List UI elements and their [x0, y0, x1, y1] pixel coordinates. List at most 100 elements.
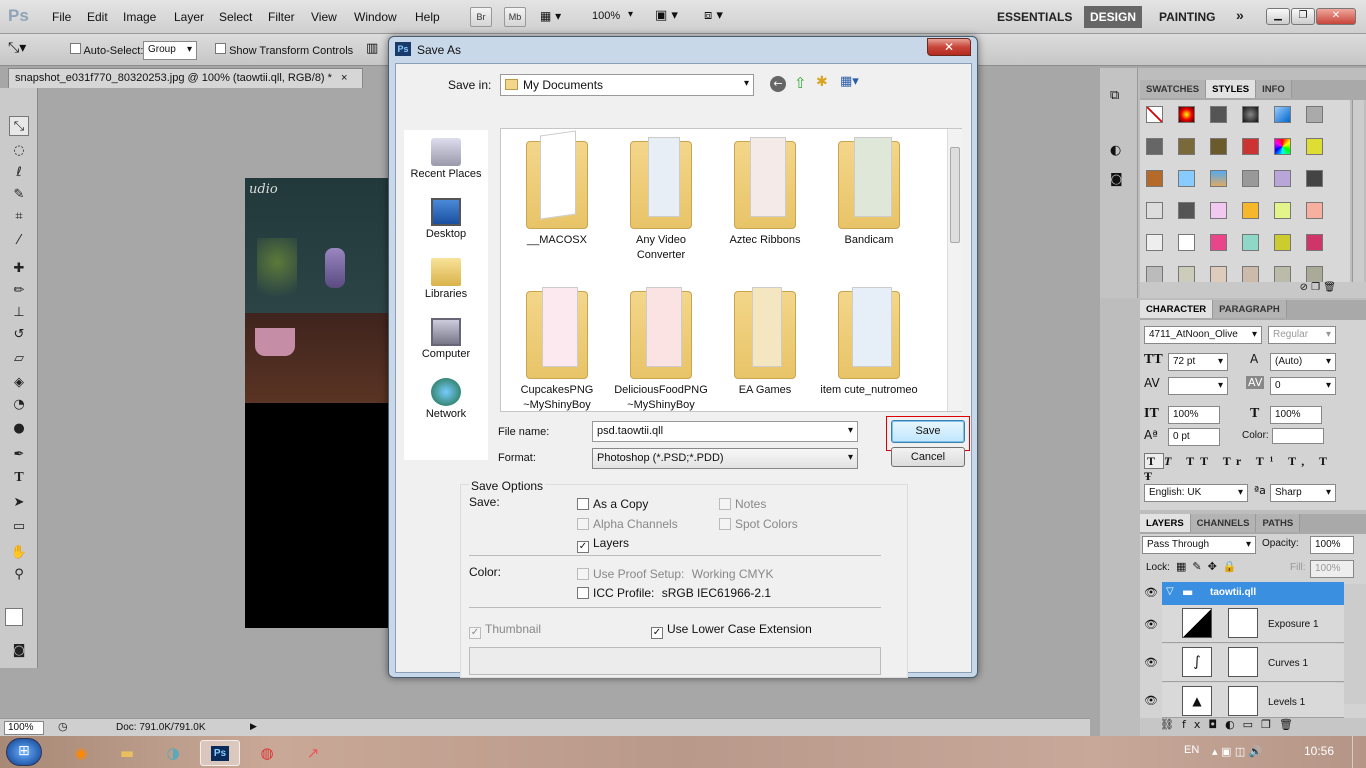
style-swatch[interactable] [1306, 266, 1323, 283]
place-libraries[interactable]: Libraries [404, 258, 488, 300]
layer-row[interactable]: Exposure 1 [1162, 605, 1344, 643]
document-tab[interactable]: snapshot_e031f770_80320253.jpg @ 100% (t… [8, 68, 363, 88]
lower-case-option[interactable]: ✓ Use Lower Case Extension [651, 622, 812, 639]
eye-icon[interactable]: 👁 [1144, 694, 1158, 707]
icc-profile-checkbox[interactable] [577, 587, 589, 599]
style-swatch[interactable] [1242, 138, 1259, 155]
workspace-essentials[interactable]: ESSENTIALS [997, 10, 1072, 24]
history-panel-icon[interactable]: ⧉ [1110, 88, 1119, 103]
style-swatch[interactable] [1210, 170, 1227, 187]
file-name-input[interactable]: psd.taowtii.qll ▾ [592, 421, 858, 442]
quick-mask-icon[interactable]: ◙ [9, 640, 29, 660]
style-none[interactable] [1146, 106, 1163, 123]
scrollbar-thumb[interactable] [950, 147, 960, 243]
clock[interactable]: 10:56 [1304, 744, 1334, 758]
folder-item[interactable]: __MACOSX [507, 130, 607, 248]
zoom-tool-icon[interactable]: ⚲ [9, 564, 29, 584]
quick-select-tool-icon[interactable]: ✎ [9, 184, 29, 204]
lower-case-checkbox[interactable]: ✓ [651, 627, 663, 639]
auto-select-dropdown[interactable]: Group [143, 41, 197, 60]
auto-select-option[interactable]: Auto-Select: [70, 43, 143, 57]
move-tool-icon[interactable]: ⤡ [9, 116, 29, 136]
folder-item[interactable]: item cute_nutromeo [819, 283, 919, 398]
menu-image[interactable]: Image [123, 10, 156, 24]
align-icon[interactable]: ▥ [366, 41, 378, 56]
stamp-tool-icon[interactable]: ⊥ [9, 302, 29, 322]
style-swatch[interactable] [1178, 234, 1195, 251]
style-swatch[interactable] [1178, 170, 1195, 187]
brush-panel-icon[interactable]: ◐ [1110, 143, 1121, 158]
blend-mode-select[interactable]: Pass Through [1142, 536, 1256, 554]
file-list[interactable]: __MACOSX Any Video Converter Aztec Ribbo… [500, 128, 962, 412]
thumbnail-checkbox[interactable]: ✓ [469, 627, 481, 639]
layer-group-row[interactable]: ▽ ▬ taowtii.qll [1162, 582, 1344, 605]
blur-tool-icon[interactable]: ◔ [9, 394, 29, 414]
menu-select[interactable]: Select [219, 10, 252, 24]
minimize-button[interactable]: ▁ [1266, 8, 1290, 25]
horizontal-scale-field[interactable]: 100% [1270, 406, 1322, 424]
tab-layers[interactable]: LAYERS [1140, 514, 1191, 532]
opacity-field[interactable]: 100% [1310, 536, 1354, 554]
show-desktop-button[interactable] [1352, 736, 1366, 768]
shape-tool-icon[interactable]: ▭ [9, 516, 29, 536]
layers-option[interactable]: ✓ Layers [577, 536, 629, 553]
chevron-down-icon[interactable]: ▽ [1166, 586, 1174, 597]
style-swatch[interactable] [1178, 138, 1195, 155]
place-recent[interactable]: Recent Places [404, 138, 488, 180]
as-a-copy-option[interactable]: As a Copy [577, 497, 648, 511]
folder-item[interactable]: DeliciousFoodPNG ~MyShinyBoy [611, 283, 711, 413]
hand-tool-icon[interactable]: ✋ [9, 542, 29, 562]
clear-style-icon[interactable]: ⊘ [1300, 282, 1308, 293]
tab-paragraph[interactable]: PARAGRAPH [1213, 300, 1287, 318]
spot-colors-checkbox[interactable] [719, 518, 731, 530]
tab-paths[interactable]: PATHS [1256, 514, 1301, 532]
style-swatch[interactable] [1210, 234, 1227, 251]
more-workspaces-button[interactable]: » [1236, 7, 1244, 23]
show-transform-checkbox[interactable] [215, 43, 226, 54]
lasso-tool-icon[interactable]: ℓ [9, 162, 29, 182]
style-swatch[interactable] [1242, 202, 1259, 219]
style-swatch[interactable] [1178, 106, 1195, 123]
pen-tool-icon[interactable]: ✒ [9, 444, 29, 464]
zoom-dropdown-icon[interactable]: ▾ [628, 9, 633, 20]
group-icon[interactable]: ▭ [1243, 718, 1261, 731]
arrange-icon[interactable]: ▣ ▾ [655, 8, 678, 23]
style-swatch[interactable] [1242, 170, 1259, 187]
screen-mode-icon[interactable]: ⧈ ▾ [704, 8, 723, 23]
style-swatch[interactable] [1178, 266, 1195, 283]
style-swatch[interactable] [1274, 234, 1291, 251]
bridge-button[interactable]: Br [470, 7, 492, 27]
alpha-channels-option[interactable]: Alpha Channels [577, 517, 678, 531]
tracking-field[interactable]: 0 [1270, 377, 1336, 395]
language-indicator[interactable]: EN [1184, 744, 1199, 756]
style-swatch[interactable] [1242, 234, 1259, 251]
adjustment-icon[interactable]: ◐ [1225, 718, 1243, 731]
vertical-scale-field[interactable]: 100% [1168, 406, 1220, 424]
tray-icons[interactable]: ▴ ▣ ◫ 🔊 [1212, 745, 1263, 758]
place-network[interactable]: Network [404, 378, 488, 420]
new-folder-icon[interactable]: ✱ [816, 74, 828, 90]
style-swatch[interactable] [1210, 106, 1227, 123]
zoom-level[interactable]: 100% [592, 10, 620, 22]
font-style-select[interactable]: Regular [1268, 326, 1336, 344]
media-taskbar-icon[interactable]: ◑ [154, 740, 192, 766]
tab-swatches[interactable]: SWATCHES [1140, 80, 1207, 98]
style-swatch[interactable] [1274, 266, 1291, 283]
style-swatch[interactable] [1274, 202, 1291, 219]
eraser-tool-icon[interactable]: ▱ [9, 348, 29, 368]
restore-button[interactable]: ❐ [1291, 8, 1315, 25]
style-swatch[interactable] [1306, 138, 1323, 155]
folder-item[interactable]: Aztec Ribbons [715, 133, 815, 248]
tab-channels[interactable]: CHANNELS [1190, 514, 1257, 532]
menu-help[interactable]: Help [415, 10, 440, 24]
menu-filter[interactable]: Filter [268, 10, 295, 24]
delete-style-icon[interactable]: 🗑 [1323, 282, 1336, 293]
style-swatch[interactable] [1210, 138, 1227, 155]
tab-styles[interactable]: STYLES [1206, 80, 1257, 98]
kerning-field[interactable] [1168, 377, 1228, 395]
menu-view[interactable]: View [311, 10, 337, 24]
trash-icon[interactable]: 🗑 [1279, 718, 1301, 731]
style-swatch[interactable] [1306, 202, 1323, 219]
save-button[interactable]: Save [891, 420, 965, 443]
style-swatch[interactable] [1178, 202, 1195, 219]
